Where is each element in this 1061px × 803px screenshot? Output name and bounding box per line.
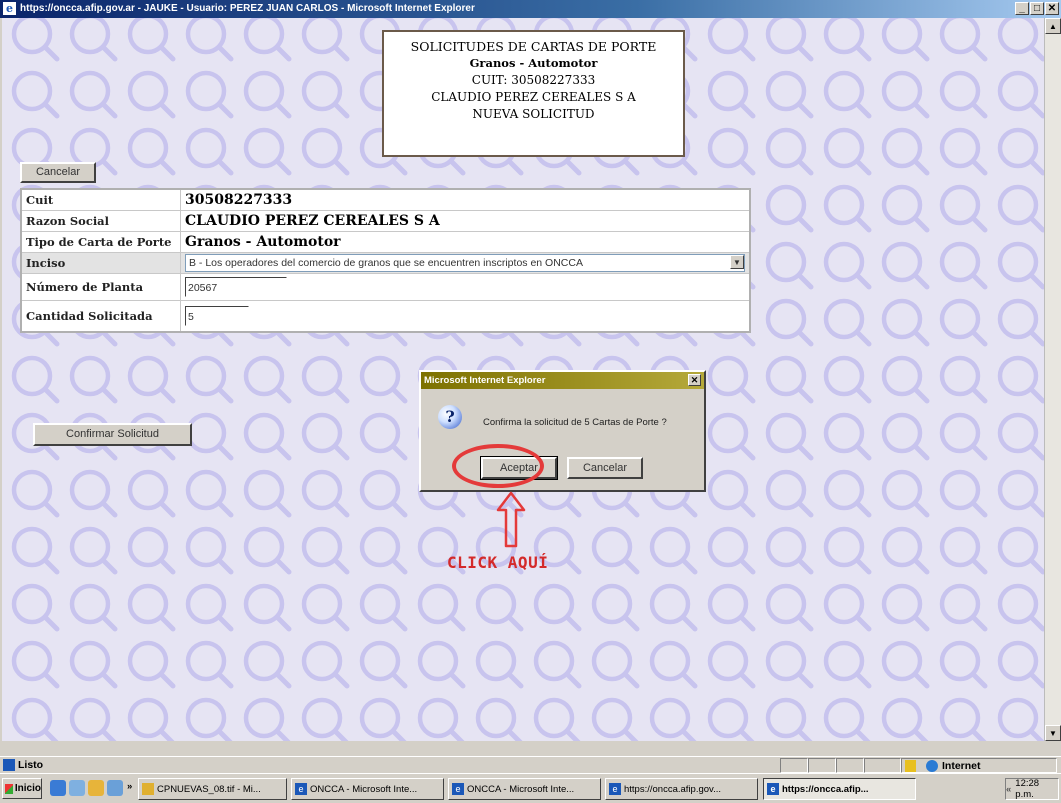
minimize-button[interactable]: _ [1015,2,1029,15]
header-cuit: CUIT: 30508227333 [471,73,596,87]
dialog-close-icon[interactable]: ✕ [688,374,701,386]
ie-icon: e [609,783,621,795]
cantidad-input[interactable]: 5 [185,306,249,326]
highlight-ellipse [452,444,544,488]
tipo-label: Tipo de Carta de Porte [20,231,181,253]
window-title: https://oncca.afip.gov.ar - JAUKE - Usua… [20,3,475,14]
quicklaunch-desktop-icon[interactable] [69,780,85,796]
status-pane [864,758,901,773]
quicklaunch-media-icon[interactable] [88,780,104,796]
taskbar-item-active[interactable]: e https://oncca.afip... [763,778,916,800]
click-here-label: CLICK AQUÍ [447,553,549,572]
razon-social-label: Razon Social [20,210,181,232]
ie-icon: e [452,783,464,795]
cuit-label: Cuit [20,188,181,211]
lock-icon [905,759,916,772]
ie-icon: e [3,2,16,15]
inciso-selected-value: B - Los operadores del comercio de grano… [189,257,583,269]
planta-label: Número de Planta [20,273,181,301]
quicklaunch-overflow-icon[interactable]: » [127,781,132,792]
cuit-value: 30508227333 [180,188,751,211]
quicklaunch-ie-icon[interactable] [50,780,66,796]
system-tray: « 12:28 p.m. [1005,778,1059,800]
start-label: Inicio [14,783,41,794]
taskbar-item[interactable]: e ONCCA - Microsoft Inte... [448,778,601,800]
taskbar: Inicio » CPNUEVAS_08.tif - Mi... e ONCCA… [0,773,1061,803]
question-icon: ? [438,405,462,429]
razon-social-value: CLAUDIO PEREZ CEREALES S A [180,210,751,232]
status-pane [808,758,836,773]
taskbar-item[interactable]: e ONCCA - Microsoft Inte... [291,778,444,800]
close-button[interactable]: ✕ [1045,2,1059,15]
inciso-label: Inciso [20,252,181,274]
status-bar: Listo Internet [0,756,1061,774]
taskbar-item[interactable]: CPNUEVAS_08.tif - Mi... [138,778,287,800]
page-status-icon [3,759,15,771]
scroll-up-arrow-icon[interactable]: ▲ [1045,18,1061,34]
start-button[interactable]: Inicio [2,778,42,799]
arrow-up-icon [496,491,526,548]
ie-icon: e [295,783,307,795]
image-file-icon [142,783,154,795]
vertical-scrollbar[interactable]: ▲ ▼ [1044,18,1061,741]
header-mode: NUEVA SOLICITUD [472,107,595,121]
dialog-title-bar[interactable]: Microsoft Internet Explorer ✕ [421,372,704,389]
dialog-cancel-button[interactable]: Cancelar [567,457,643,479]
solicitud-form: Cuit 30508227333 Razon Social CLAUDIO PE… [20,188,751,333]
status-pane [780,758,808,773]
maximize-button[interactable]: □ [1030,2,1044,15]
chevron-down-icon[interactable]: ▼ [730,255,744,269]
taskbar-item[interactable]: e https://oncca.afip.gov... [605,778,758,800]
confirm-solicitud-button[interactable]: Confirmar Solicitud [33,423,192,446]
inciso-cell: B - Los operadores del comercio de grano… [180,252,751,274]
status-pane [836,758,864,773]
planta-cell: 20567 [180,273,751,301]
dialog-message: Confirma la solicitud de 5 Cartas de Por… [483,417,667,428]
window-title-bar[interactable]: e https://oncca.afip.gov.ar - JAUKE - Us… [0,0,1061,18]
tray-expand-icon[interactable]: « [1006,784,1011,795]
quicklaunch-email-icon[interactable] [107,780,123,796]
cantidad-label: Cantidad Solicitada [20,300,181,333]
security-zone[interactable]: Internet [901,758,1057,773]
page-header-box: SOLICITUDES DE CARTAS DE PORTE Granos - … [382,30,685,157]
zone-label: Internet [942,759,981,772]
windows-logo-icon [5,783,13,794]
inciso-select[interactable]: B - Los operadores del comercio de grano… [185,254,745,272]
page-title: SOLICITUDES DE CARTAS DE PORTE [410,39,657,54]
scroll-down-arrow-icon[interactable]: ▼ [1045,725,1061,741]
page-subtitle: Granos - Automotor [469,56,598,70]
status-text: Listo [18,759,44,771]
dialog-title: Microsoft Internet Explorer [424,375,546,386]
globe-icon [926,759,938,772]
clock: 12:28 p.m. [1015,778,1040,800]
ie-icon: e [767,783,779,795]
cancel-page-button[interactable]: Cancelar [20,162,96,183]
planta-input[interactable]: 20567 [185,277,287,297]
cantidad-cell: 5 [180,300,751,333]
header-company: CLAUDIO PEREZ CEREALES S A [431,90,636,104]
tipo-value: Granos - Automotor [180,231,751,253]
